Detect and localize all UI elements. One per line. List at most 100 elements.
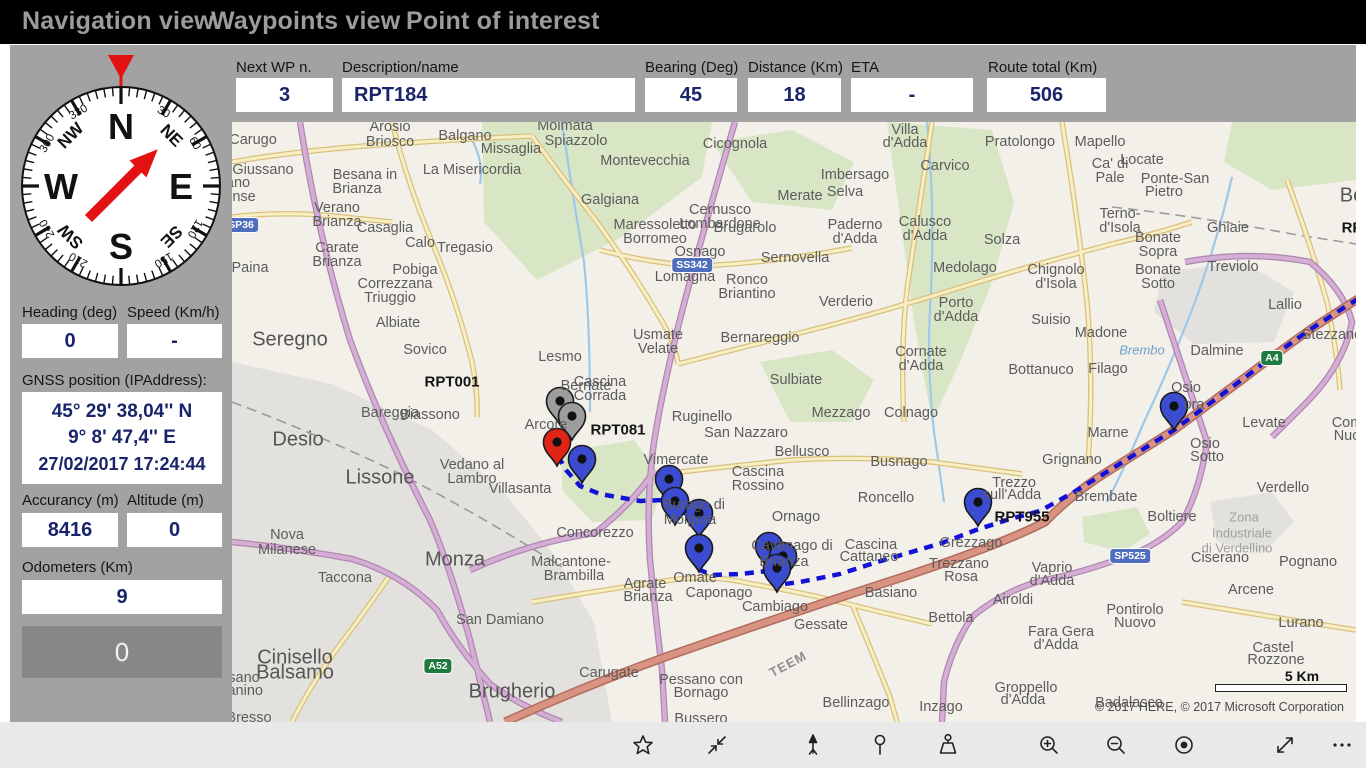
road-shield: A4 <box>1260 350 1284 366</box>
map-label: Montevecchia <box>600 153 690 169</box>
map-label: Chignolo <box>1027 262 1085 278</box>
zoom-in-icon[interactable] <box>1036 732 1062 758</box>
map-label: Rosa <box>944 569 978 585</box>
map-canvas[interactable]: Arosio Carugo Briosco Balgano Molmata Spiazzo… <box>232 122 1356 722</box>
map-label: Sovico <box>403 342 447 358</box>
map-label: Carate <box>315 240 359 256</box>
fullscreen-expand-icon[interactable] <box>1272 732 1298 758</box>
map-label: Vaprio <box>1031 560 1073 576</box>
map-label: Casaglia <box>356 220 414 236</box>
map-label: Pratolongo <box>984 134 1056 150</box>
compass-arrow-icon[interactable] <box>800 732 826 758</box>
map-label: Albiate <box>375 315 421 331</box>
map-label: Bornago <box>673 685 729 701</box>
trip-reset-button[interactable]: 0 <box>22 626 222 678</box>
map-label: Madone <box>1074 325 1128 341</box>
map-label: Borromeo <box>623 231 687 247</box>
bearing-value: 45 <box>645 78 737 112</box>
map-label: Medolago <box>933 260 997 276</box>
map-label: Industriale <box>1212 525 1272 541</box>
map-label: Cambiago <box>741 599 809 615</box>
description-label: Description/name <box>342 59 459 76</box>
description-value: RPT184 <box>342 78 635 112</box>
altitude-value: 0 <box>127 513 222 547</box>
map-label: Bareggia <box>360 405 420 421</box>
map-label: Cascina <box>844 537 898 553</box>
next-wp-label: Next WP n. <box>236 59 312 76</box>
map-label: Lesmo <box>538 349 582 365</box>
eta-value: - <box>851 78 973 112</box>
compass: NESWNESESWNW3060120150210240300330 <box>21 55 221 286</box>
road-shield: SS342 <box>671 257 713 273</box>
map-label: Bernareggio <box>720 330 800 346</box>
map-label: Inzago <box>919 699 963 715</box>
map-label: Basiano <box>864 585 918 601</box>
map-label: Stezzano <box>1301 327 1356 343</box>
map-label: Gessate <box>794 617 848 633</box>
gnss-longitude: 9° 8' 47,4'' E <box>68 427 176 448</box>
map-label: d'Adda <box>898 358 944 374</box>
title-bar: Navigation view Waypoints view Point of … <box>0 0 1366 44</box>
map-label: Verderio <box>818 294 874 310</box>
map-label: Malcantone- <box>531 554 611 570</box>
map-label: usano <box>232 670 260 686</box>
map-label: Brembo <box>1119 342 1165 358</box>
map-label: Airoldi <box>992 592 1034 608</box>
map-label: Concorezzo <box>556 525 634 541</box>
map-label: Caponago <box>685 585 753 601</box>
map-label: Marne <box>1087 425 1129 441</box>
map-label: Briantino <box>718 286 776 302</box>
map-label: San Nazzaro <box>704 425 788 441</box>
road-shield: SP36 <box>232 217 259 233</box>
map-label: Usmate <box>633 327 683 343</box>
map-label: Pognano <box>1278 554 1338 570</box>
map-label: Arcore <box>524 417 568 433</box>
tab-waypoints-view[interactable]: Waypoints view <box>211 7 400 36</box>
map-label: Carugo <box>232 132 277 148</box>
map-label: Zona <box>1229 509 1259 525</box>
map-label: Cicognola <box>702 136 768 152</box>
map-label: Rossino <box>731 478 785 494</box>
map-label: Bonate <box>1135 262 1181 278</box>
map-label: Bernate <box>560 378 612 394</box>
map-label: Brianza <box>759 554 809 570</box>
map-label: di Verdellino <box>1201 540 1273 556</box>
route-total-label: Route total (Km) <box>988 59 1098 76</box>
map-label: Brembate <box>1074 489 1138 505</box>
map-label: d'Adda <box>1029 573 1075 589</box>
map-label: Nova <box>270 527 304 543</box>
center-target-icon[interactable] <box>1171 732 1197 758</box>
zoom-out-icon[interactable] <box>1103 732 1129 758</box>
more-ellipsis-icon[interactable] <box>1329 732 1355 758</box>
map-label: RPT001 <box>424 373 480 391</box>
gnss-position-box: 45° 29' 38,04'' N 9° 8' 47,4'' E 27/02/2… <box>22 392 222 484</box>
map-label: Lombardone <box>679 216 761 232</box>
map-label: ilanino <box>232 683 263 699</box>
map-label: Lissone <box>345 466 415 489</box>
map-label: Mapello <box>1074 134 1126 150</box>
map-label: Paderno <box>827 217 883 233</box>
map-label: ense <box>232 189 256 205</box>
speed-label: Speed (Km/h) <box>127 304 220 321</box>
map-label: d'Isola <box>1099 220 1141 236</box>
tab-navigation-view[interactable]: Navigation view <box>22 7 214 36</box>
map-label: Giussano <box>232 162 294 178</box>
map-label: Calo <box>405 235 435 251</box>
map-label: Bellinzago <box>822 695 890 711</box>
map-label: Bonate <box>1135 230 1181 246</box>
map-labels-layer: Arosio Carugo Briosco Balgano Molmata Spiazzo… <box>232 122 1356 722</box>
map-label: Brambilla <box>543 568 605 584</box>
pin-base-icon[interactable] <box>935 732 961 758</box>
map-label: Sopra <box>1138 244 1178 260</box>
favorite-star-icon[interactable] <box>630 732 656 758</box>
pin-icon[interactable] <box>867 732 893 758</box>
map-label: Merate <box>777 188 823 204</box>
map-label: Verdello <box>1256 480 1310 496</box>
map-label: Omate <box>673 570 717 586</box>
tab-point-of-interest[interactable]: Point of interest <box>406 7 600 36</box>
map-label: Brianza <box>312 254 362 270</box>
map-label: Groppello <box>994 680 1058 696</box>
collapse-icon[interactable] <box>704 732 730 758</box>
map-label: Pale <box>1095 170 1125 186</box>
map-label: sull'Adda <box>982 487 1042 503</box>
